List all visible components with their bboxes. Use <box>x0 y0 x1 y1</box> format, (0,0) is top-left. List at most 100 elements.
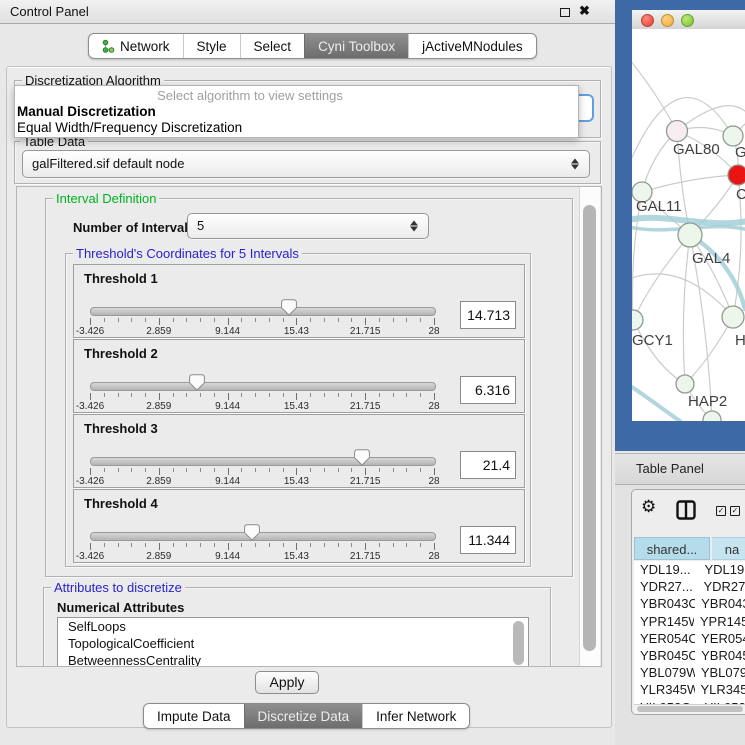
network-node-node-bottom[interactable] <box>703 411 721 421</box>
slider-tick <box>90 393 91 400</box>
float-window-icon[interactable] <box>560 8 570 17</box>
minimize-traffic-light-icon[interactable] <box>661 14 674 27</box>
tab-jactivemnodules[interactable]: jActiveMNodules <box>408 34 536 58</box>
table-data-combobox[interactable]: galFiltered.sif default node <box>22 150 590 178</box>
network-edge[interactable] <box>690 235 733 317</box>
slider-track[interactable] <box>90 532 436 541</box>
slider-tick <box>159 543 160 550</box>
network-node-node-top-right[interactable] <box>723 126 743 146</box>
network-node-gal4[interactable] <box>678 223 702 247</box>
tab-network[interactable]: Network <box>89 34 183 58</box>
attribute-item-topologicalcoefficient[interactable]: TopologicalCoefficient <box>58 635 528 652</box>
cell-name: YBR043C <box>695 595 745 612</box>
table-row[interactable]: YER054CYER054C <box>634 630 745 647</box>
slider-tick <box>214 318 215 322</box>
network-node-node-h[interactable] <box>722 306 744 328</box>
slider-tick <box>351 393 352 397</box>
slider-tick <box>269 543 270 547</box>
table-row[interactable]: YBR045CYBR045C <box>634 647 745 664</box>
slider-thumb[interactable] <box>354 449 370 466</box>
attribute-item-selfloops[interactable]: SelfLoops <box>58 618 528 635</box>
slider-track[interactable] <box>90 457 436 466</box>
close-icon[interactable]: ✖ <box>579 3 590 19</box>
network-edge[interactable] <box>642 175 738 192</box>
table-row[interactable]: YPR145WYPR145W <box>634 613 745 630</box>
slider-tick <box>379 393 380 397</box>
numerical-attributes-list[interactable]: SelfLoopsTopologicalCoefficientBetweenne… <box>57 617 529 667</box>
slider-tick <box>214 543 215 547</box>
network-node-node-red[interactable] <box>728 165 745 185</box>
horizontal-scrollbar-track[interactable] <box>634 704 745 714</box>
cell-shared-name: YBR043C <box>634 595 695 612</box>
threshold-panel-2: Threshold 2-3.4262.8599.14415.4321.71528… <box>73 339 525 413</box>
table-row[interactable]: YBL079WYBL079W <box>634 664 745 681</box>
table-row[interactable]: YDL19...YDL19... <box>634 561 745 578</box>
attributes-list-scrollbar[interactable] <box>513 621 524 665</box>
threshold-panel-1: Threshold 1-3.4262.8599.14415.4321.71528… <box>73 264 525 338</box>
horizontal-scrollbar-thumb[interactable] <box>637 706 743 712</box>
tab-infer-network[interactable]: Infer Network <box>362 704 469 728</box>
tab-cyni-toolbox[interactable]: Cyni Toolbox <box>304 34 408 58</box>
slider-tick <box>131 468 132 472</box>
slider-tick <box>241 393 242 397</box>
slider-tick <box>393 468 394 472</box>
network-node-gal80[interactable] <box>667 121 688 142</box>
network-node-gcy1[interactable] <box>632 310 643 330</box>
slider-tick <box>406 468 407 472</box>
number-of-intervals-label: Number of Intervals <box>73 220 195 235</box>
network-canvas[interactable]: GAL80GCGAL11GAL4GCY1HHAP2 <box>632 29 745 421</box>
tab-discretize-data[interactable]: Discretize Data <box>244 704 363 728</box>
tab-impute-data[interactable]: Impute Data <box>144 704 244 728</box>
network-edge[interactable] <box>683 235 690 384</box>
slider-track[interactable] <box>90 382 436 391</box>
zoom-traffic-light-icon[interactable] <box>681 14 694 27</box>
dropdown-option-equal-width-frequency[interactable]: Equal Width/Frequency Discretization <box>17 120 242 135</box>
vertical-scrollbar-track[interactable] <box>579 187 600 666</box>
checkbox-icon[interactable]: ✓ <box>716 506 726 516</box>
slider-tick <box>186 543 187 547</box>
slider-tick <box>173 393 174 397</box>
network-edge-highlighted[interactable] <box>632 218 745 223</box>
network-edge[interactable] <box>633 235 690 320</box>
gear-icon[interactable]: ⚙ <box>641 497 656 517</box>
threshold-value-field[interactable]: 21.4 <box>460 451 516 479</box>
tab-select[interactable]: Select <box>240 34 305 58</box>
close-traffic-light-icon[interactable] <box>641 14 654 27</box>
cell-shared-name: YPR145W <box>634 613 694 630</box>
slider-tick <box>420 543 421 547</box>
table-row[interactable]: YBR043CYBR043C <box>634 595 745 612</box>
apply-button[interactable]: Apply <box>255 671 319 694</box>
attribute-item-betweennesscentrality[interactable]: BetweennessCentrality <box>58 652 528 667</box>
cell-shared-name: YDL19... <box>634 561 698 578</box>
slider-thumb[interactable] <box>244 524 260 541</box>
slider-tick-label: -3.426 <box>76 326 104 337</box>
threshold-value-field[interactable]: 6.316 <box>460 376 516 404</box>
threshold-value-field[interactable]: 14.713 <box>460 301 516 329</box>
slider-tick <box>434 393 435 400</box>
network-node-hap2[interactable] <box>676 375 694 393</box>
slider-tick <box>434 468 435 475</box>
cell-shared-name: YDR27... <box>634 578 697 595</box>
slider-track[interactable] <box>90 307 436 316</box>
slider-tick <box>379 543 380 547</box>
checkbox-icon[interactable]: ✓ <box>730 506 740 516</box>
slider-thumb[interactable] <box>281 299 297 316</box>
slider-thumb[interactable] <box>189 374 205 391</box>
slider-tick <box>269 468 270 472</box>
dropdown-option-manual-discretization[interactable]: Manual Discretization <box>17 104 156 119</box>
network-edge[interactable] <box>632 274 733 317</box>
threshold-value-field[interactable]: 11.344 <box>460 526 516 554</box>
slider-tick-label: 21.715 <box>350 551 381 562</box>
column-header-na[interactable]: na <box>712 537 745 560</box>
network-node-label: GCY1 <box>632 332 673 349</box>
network-edge[interactable] <box>632 59 677 131</box>
number-of-intervals-combobox[interactable]: 5 <box>187 213 429 239</box>
table-row[interactable]: YLR345WYLR345W <box>634 681 745 698</box>
table-row[interactable]: YDR27...YDR27... <box>634 578 745 595</box>
network-edge-highlighted[interactable] <box>632 385 680 421</box>
column-header-shared[interactable]: shared... <box>634 537 710 560</box>
tab-style[interactable]: Style <box>183 34 240 58</box>
network-edge[interactable] <box>633 320 685 384</box>
columns-icon[interactable] <box>676 500 696 525</box>
vertical-scrollbar-thumb[interactable] <box>583 205 596 651</box>
